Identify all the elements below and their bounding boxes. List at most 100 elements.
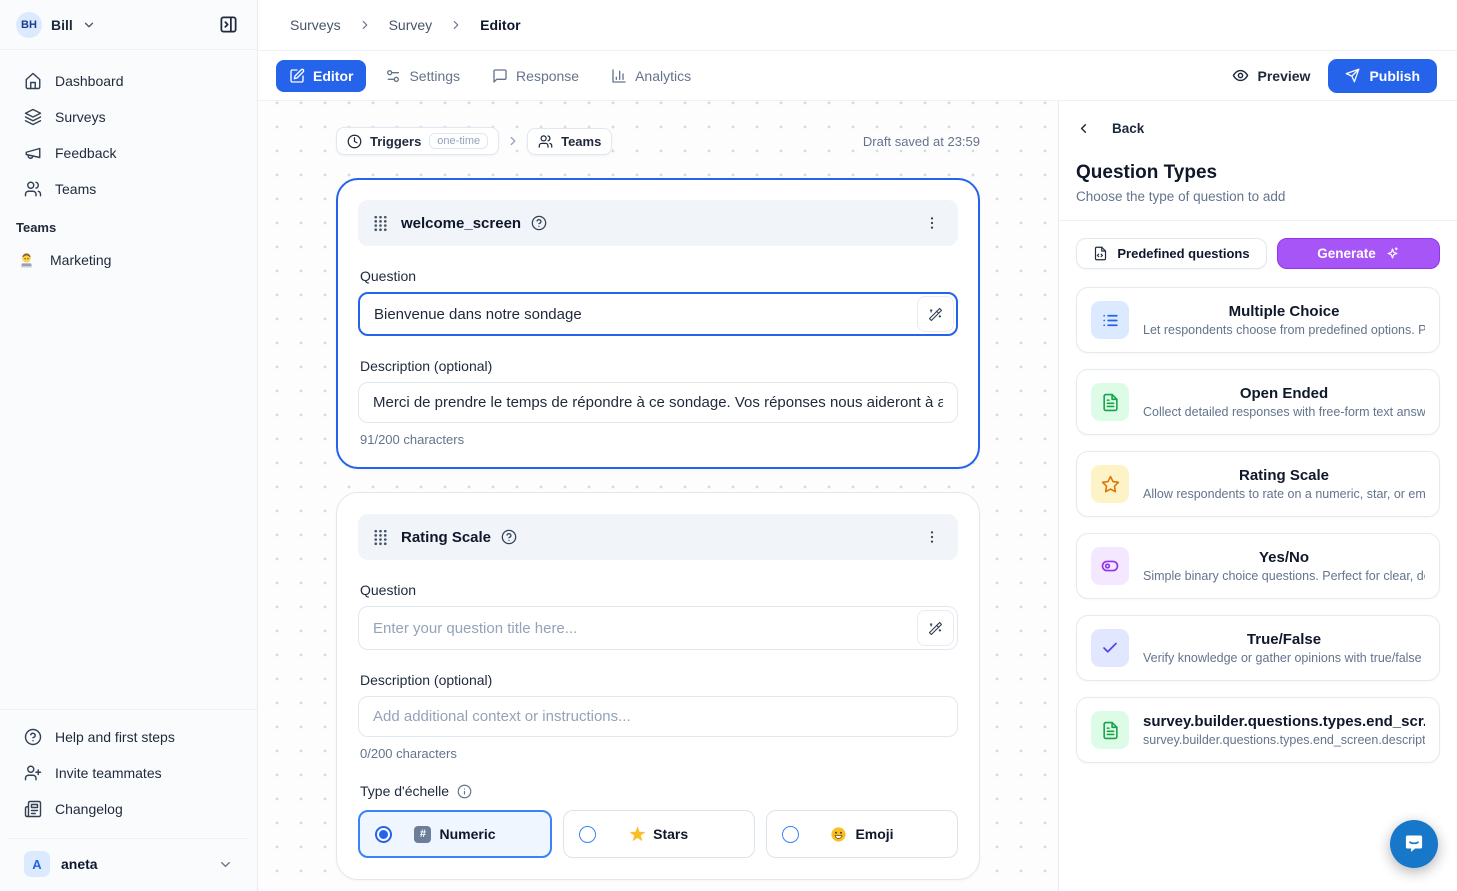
editor-content: Triggers one-time Teams [258, 101, 1457, 891]
ai-rewrite-button[interactable] [917, 610, 954, 646]
teams-section-label: Teams [0, 206, 257, 243]
chevron-down-icon [82, 18, 96, 32]
one-time-badge: one-time [429, 133, 488, 149]
publish-button[interactable]: Publish [1328, 59, 1437, 93]
scale-type-options: # Numeric ★ Stars [358, 810, 958, 858]
clock-icon [347, 134, 362, 149]
predefined-questions-button[interactable]: Predefined questions [1076, 238, 1267, 269]
tab-label: Settings [409, 68, 460, 84]
main-area: Surveys Survey Editor Editor Setting [258, 0, 1457, 891]
breadcrumb-editor[interactable]: Editor [480, 17, 520, 33]
question-type-multiple-choice[interactable]: Multiple Choice Let respondents choose f… [1076, 287, 1440, 353]
question-type-list: Multiple Choice Let respondents choose f… [1059, 279, 1457, 771]
sidebar-item-surveys[interactable]: Surveys [8, 100, 249, 134]
back-label: Back [1112, 121, 1144, 136]
sidebar-item-help[interactable]: Help and first steps [8, 720, 249, 754]
question-field-label: Question [360, 582, 956, 598]
account-name: aneta [61, 856, 207, 872]
tab-label: Editor [313, 68, 353, 84]
type-description: Verify knowledge or gather opinions with… [1143, 651, 1425, 665]
description-field-label: Description (optional) [360, 358, 956, 374]
scale-option-label: Emoji [855, 826, 893, 842]
survey-editor-app: BH Bill Dashboard [0, 0, 1457, 891]
chevron-right-icon [449, 18, 463, 32]
users-icon [24, 180, 42, 198]
question-type-end-screen[interactable]: survey.builder.questions.types.end_scr..… [1076, 697, 1440, 763]
publish-label: Publish [1369, 68, 1420, 84]
type-title: Open Ended [1143, 385, 1425, 402]
sidebar-item-label: Surveys [55, 109, 106, 125]
account-menu[interactable]: A aneta [8, 838, 249, 891]
teams-chip[interactable]: Teams [527, 128, 612, 155]
scale-option-numeric[interactable]: # Numeric [358, 810, 552, 858]
newspaper-icon [24, 800, 42, 818]
question-description-input[interactable] [358, 696, 958, 737]
tab-editor[interactable]: Editor [276, 60, 366, 92]
back-button[interactable]: Back [1076, 121, 1144, 136]
breadcrumb-surveys[interactable]: Surveys [290, 17, 341, 33]
scale-option-stars[interactable]: ★ Stars [563, 810, 755, 858]
home-icon [24, 72, 42, 90]
survey-canvas: Triggers one-time Teams [258, 101, 1058, 891]
sidebar-item-changelog[interactable]: Changelog [8, 792, 249, 826]
tab-response[interactable]: Response [479, 60, 592, 92]
question-title-input[interactable] [358, 606, 958, 650]
tab-analytics[interactable]: Analytics [598, 60, 704, 92]
type-title: True/False [1143, 631, 1425, 648]
triggers-chip[interactable]: Triggers one-time [336, 127, 499, 155]
breadcrumb: Surveys Survey Editor [258, 0, 1457, 51]
sidebar-footer: Help and first steps Invite teammates Ch… [0, 709, 257, 891]
type-description: Allow respondents to rate on a numeric, … [1143, 487, 1425, 501]
help-circle-icon[interactable] [531, 215, 547, 231]
chat-bubble-icon [1402, 832, 1426, 856]
chevron-down-icon [218, 857, 233, 872]
magic-wand-icon [928, 307, 943, 322]
question-type-true-false[interactable]: True/False Verify knowledge or gather op… [1076, 615, 1440, 681]
panel-collapse-icon [219, 15, 238, 34]
sidebar-item-feedback[interactable]: Feedback [8, 136, 249, 170]
question-card-welcome-screen[interactable]: welcome_screen [336, 178, 980, 469]
question-type-rating-scale[interactable]: Rating Scale Allow respondents to rate o… [1076, 451, 1440, 517]
sidebar-collapse-button[interactable] [213, 10, 243, 40]
question-type-open-ended[interactable]: Open Ended Collect detailed responses wi… [1076, 369, 1440, 435]
tab-settings[interactable]: Settings [372, 60, 473, 92]
sidebar-item-label: Feedback [55, 145, 116, 161]
question-type-yes-no[interactable]: Yes/No Simple binary choice questions. P… [1076, 533, 1440, 599]
help-circle-icon[interactable] [501, 529, 517, 545]
drag-handle-icon[interactable] [373, 528, 388, 547]
star-icon [1091, 465, 1129, 503]
sidebar-item-invite[interactable]: Invite teammates [8, 756, 249, 790]
editor-toolbar: Editor Settings Response Analytics [258, 51, 1457, 101]
question-title-input[interactable] [358, 292, 958, 336]
bar-chart-icon [611, 68, 627, 84]
triggers-chip-label: Triggers [370, 134, 421, 149]
breadcrumb-survey[interactable]: Survey [389, 17, 433, 33]
type-title: survey.builder.questions.types.end_scr..… [1143, 713, 1425, 730]
file-code-icon [1093, 246, 1108, 261]
drag-handle-icon[interactable] [373, 214, 388, 233]
card-menu-button[interactable] [920, 525, 944, 549]
generate-button[interactable]: Generate [1277, 238, 1440, 269]
question-description-input[interactable] [358, 382, 958, 423]
sidebar-item-dashboard[interactable]: Dashboard [8, 64, 249, 98]
chat-launcher-button[interactable] [1390, 820, 1438, 868]
pencil-square-icon [289, 68, 305, 84]
technologist-emoji [18, 252, 35, 269]
message-icon [492, 68, 508, 84]
preview-button[interactable]: Preview [1220, 59, 1323, 92]
users-icon [538, 134, 553, 149]
ai-rewrite-button[interactable] [917, 296, 954, 332]
scale-option-label: Numeric [439, 826, 495, 842]
card-menu-button[interactable] [920, 211, 944, 235]
question-card-rating-scale[interactable]: Rating Scale [336, 492, 980, 880]
workspace-switcher[interactable]: BH Bill [0, 0, 257, 50]
sidebar-team-marketing[interactable]: Marketing [0, 243, 257, 277]
scale-option-emoji[interactable]: Emoji [766, 810, 958, 858]
type-description: survey.builder.questions.types.end_scree… [1143, 733, 1425, 747]
question-types-panel: Back Question Types Choose the type of q… [1058, 101, 1457, 891]
sidebar-item-teams[interactable]: Teams [8, 172, 249, 206]
sidebar-nav: Dashboard Surveys Feedback Teams [0, 50, 257, 206]
sidebar: BH Bill Dashboard [0, 0, 258, 891]
info-icon[interactable] [457, 784, 472, 799]
chevron-right-icon [506, 134, 520, 148]
